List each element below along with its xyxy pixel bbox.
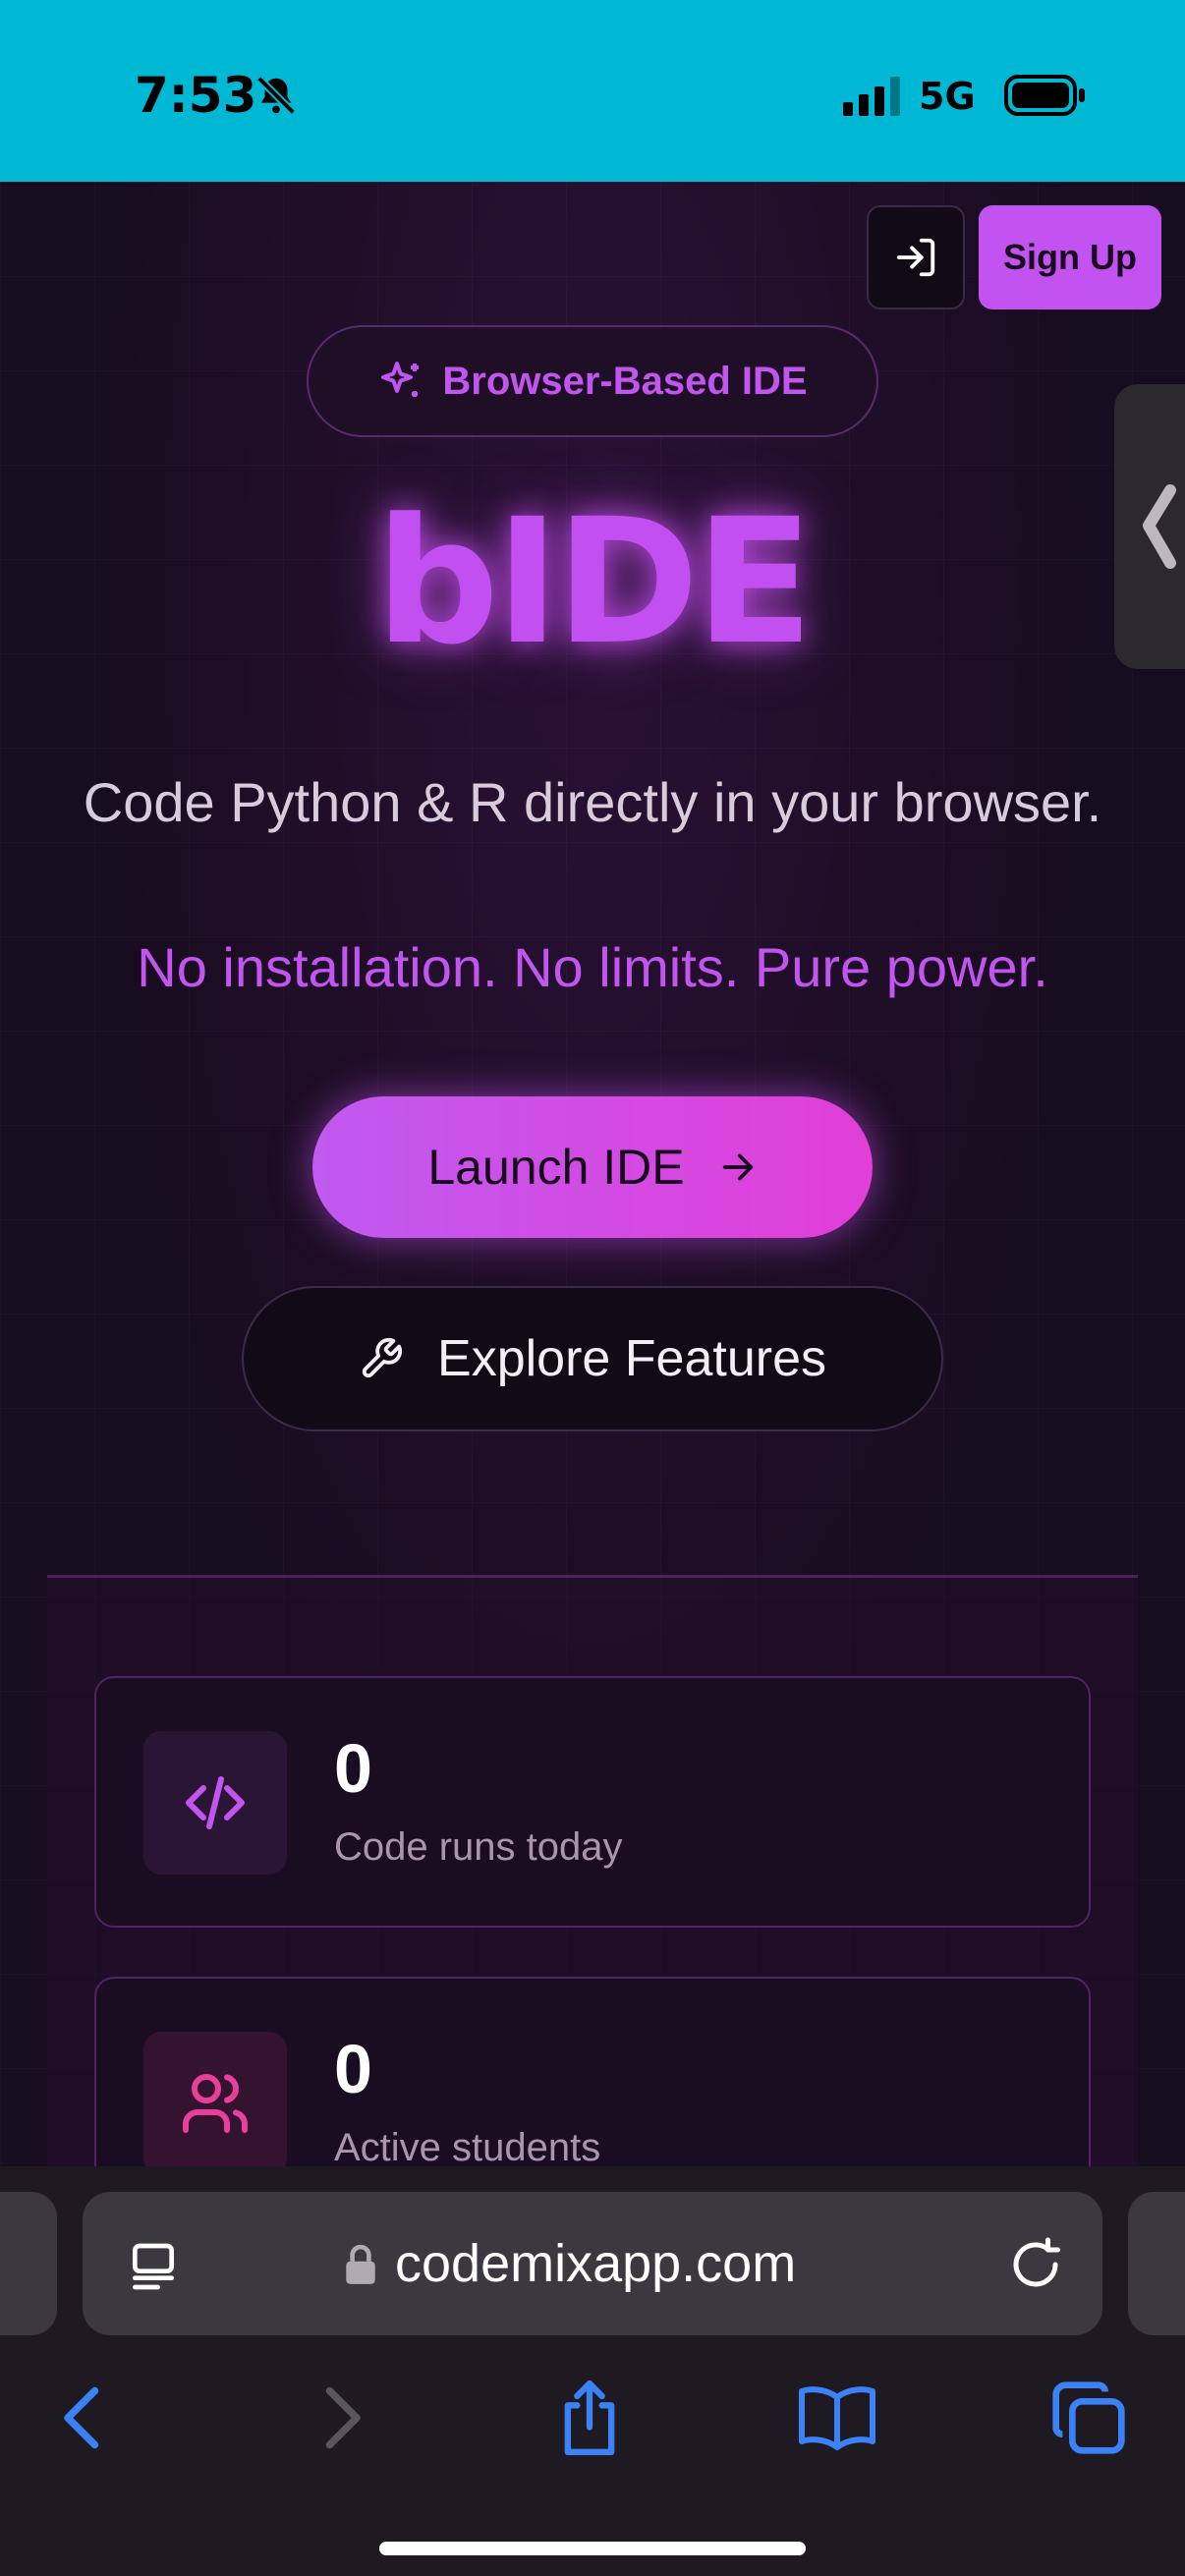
previous-tab-preview[interactable] <box>0 2192 57 2335</box>
chevron-right-icon <box>325 2386 361 2449</box>
forward-button[interactable] <box>301 2377 383 2459</box>
stat-value: 0 <box>334 1730 372 1807</box>
share-button[interactable] <box>548 2377 631 2459</box>
url-text[interactable]: codemixapp.com <box>395 2233 796 2294</box>
bookmarks-button[interactable] <box>796 2377 878 2459</box>
arrow-right-icon <box>722 1153 753 1181</box>
network-type: 5G <box>919 75 976 118</box>
cellular-signal-icon <box>843 77 900 116</box>
stat-icon-box <box>143 2032 287 2166</box>
stat-icon-box <box>143 1731 287 1875</box>
reader-mode-icon[interactable] <box>126 2239 181 2294</box>
explore-features-button[interactable]: Explore Features <box>242 1286 943 1431</box>
badge-label: Browser-Based IDE <box>442 359 808 403</box>
app-logo: bIDE <box>375 481 814 683</box>
page-content: Sign Up Browser-Based IDE bIDE Code Pyth… <box>0 182 1185 2166</box>
stat-label: Active students <box>334 2126 601 2166</box>
chevron-left-icon <box>64 2386 99 2449</box>
lock-icon <box>346 2245 375 2284</box>
login-button[interactable] <box>867 205 965 309</box>
battery-icon <box>1004 75 1085 116</box>
browser-nav-row <box>0 2363 1185 2471</box>
stats-panel: 0 Code runs today 0 Active students <box>47 1575 1138 2166</box>
status-bar: 7:53 5G <box>0 0 1185 182</box>
tabs-icon <box>1052 2381 1125 2454</box>
stat-card-code-runs: 0 Code runs today <box>94 1676 1091 1928</box>
stat-value: 0 <box>334 2031 372 2107</box>
code-icon <box>186 1776 245 1829</box>
stat-card-active-students: 0 Active students <box>94 1977 1091 2166</box>
hero-tagline: Code Python & R directly in your browser… <box>83 771 1102 833</box>
reload-icon[interactable] <box>1006 2235 1065 2294</box>
feature-badge: Browser-Based IDE <box>307 325 878 437</box>
signup-button[interactable]: Sign Up <box>979 205 1161 309</box>
home-indicator <box>379 2542 806 2555</box>
share-icon <box>564 2380 615 2455</box>
launch-ide-label: Launch IDE <box>427 1140 685 1195</box>
wrench-icon <box>362 1337 403 1378</box>
bell-muted-icon <box>256 76 296 115</box>
status-time: 7:53 <box>135 67 257 124</box>
users-icon <box>183 2074 248 2133</box>
tabs-button[interactable] <box>1047 2377 1130 2459</box>
launch-ide-button[interactable]: Launch IDE <box>312 1096 873 1238</box>
back-button[interactable] <box>41 2377 124 2459</box>
next-tab-preview[interactable] <box>1128 2192 1185 2335</box>
browser-toolbar: codemixapp.com <box>0 2166 1185 2576</box>
sparkle-icon <box>381 362 420 397</box>
hero-tagline-accent: No installation. No limits. Pure power. <box>137 936 1048 998</box>
stat-label: Code runs today <box>334 1825 623 1869</box>
login-arrow-icon <box>896 238 935 277</box>
explore-features-label: Explore Features <box>437 1330 826 1387</box>
book-icon <box>799 2386 875 2450</box>
address-bar[interactable]: codemixapp.com <box>83 2192 1102 2335</box>
